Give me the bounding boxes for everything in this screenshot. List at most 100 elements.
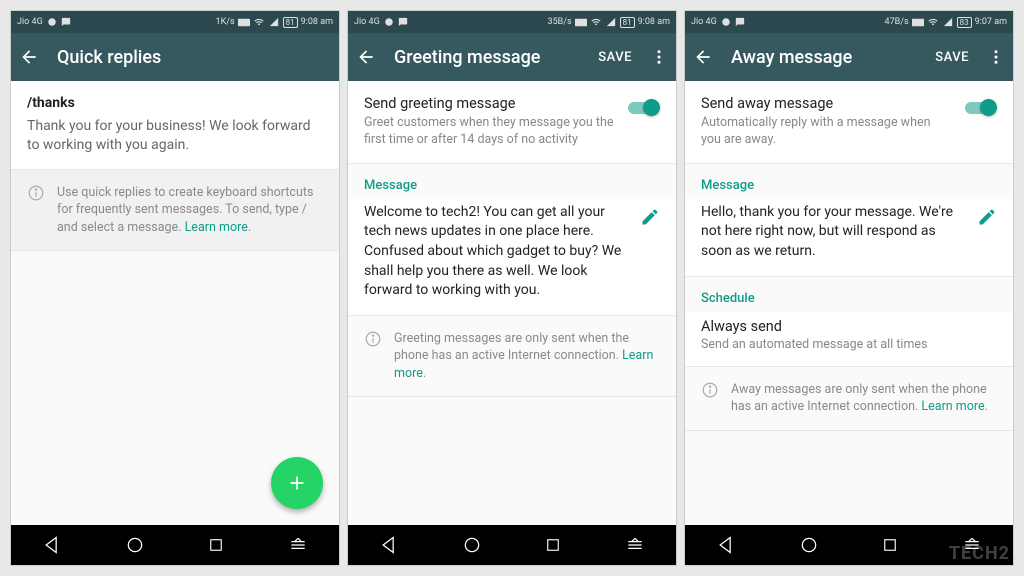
more-icon[interactable] xyxy=(987,48,1005,66)
send-away-toggle-row[interactable]: Send away message Automatically reply wi… xyxy=(685,81,1013,164)
volte-icon xyxy=(47,17,57,27)
nav-recent-icon[interactable] xyxy=(881,536,899,554)
quick-reply-item[interactable]: /thanks Thank you for your business! We … xyxy=(11,81,339,170)
nav-back-icon[interactable] xyxy=(716,535,736,555)
away-text: Hello, thank you for your message. We're… xyxy=(701,203,967,262)
signal-icon xyxy=(942,17,954,27)
greeting-message-row[interactable]: Welcome to tech2! You can get all your t… xyxy=(348,199,676,316)
battery-text: 83 xyxy=(957,17,972,28)
nav-recent-icon[interactable] xyxy=(544,536,562,554)
learn-more-link[interactable]: Learn more xyxy=(185,220,248,235)
info-icon xyxy=(364,330,382,348)
more-icon[interactable] xyxy=(650,48,668,66)
schedule-row[interactable]: Always send Send an automated message at… xyxy=(685,312,1013,367)
carrier-label: Jio 4G xyxy=(691,17,717,27)
nfc-icon xyxy=(912,18,924,27)
add-quick-reply-fab[interactable] xyxy=(271,457,323,509)
toggle-desc: Automatically reply with a message when … xyxy=(701,115,953,149)
nav-bar xyxy=(11,525,339,565)
page-title: Away message xyxy=(731,47,917,68)
nav-home-icon[interactable] xyxy=(462,535,482,555)
nav-recent-icon[interactable] xyxy=(207,536,225,554)
app-bar: Greeting message SAVE xyxy=(348,33,676,81)
learn-more-link[interactable]: Learn more xyxy=(921,399,984,414)
page-title: Greeting message xyxy=(394,47,580,68)
hint-row: Greeting messages are only sent when the… xyxy=(348,316,676,398)
nfc-icon xyxy=(238,18,250,27)
chat-bubble-icon xyxy=(398,17,408,27)
nav-menu-icon[interactable] xyxy=(288,535,308,555)
data-rate: 1K/s xyxy=(216,17,235,27)
nav-menu-icon[interactable] xyxy=(625,535,645,555)
save-button[interactable]: SAVE xyxy=(935,50,969,65)
nav-home-icon[interactable] xyxy=(799,535,819,555)
wifi-icon xyxy=(927,17,939,27)
app-bar: Quick replies xyxy=(11,33,339,81)
chat-bubble-icon xyxy=(735,17,745,27)
hint-text: Away messages are only sent when the pho… xyxy=(731,381,997,416)
volte-icon xyxy=(384,17,394,27)
nav-bar xyxy=(685,525,1013,565)
send-greeting-toggle-row[interactable]: Send greeting message Greet customers wh… xyxy=(348,81,676,164)
away-message-row[interactable]: Hello, thank you for your message. We're… xyxy=(685,199,1013,277)
nav-bar xyxy=(348,525,676,565)
nav-menu-icon[interactable] xyxy=(962,535,982,555)
content-area: /thanks Thank you for your business! We … xyxy=(11,81,339,525)
toggle-desc: Greet customers when they message you th… xyxy=(364,115,616,149)
nav-home-icon[interactable] xyxy=(125,535,145,555)
edit-icon[interactable] xyxy=(640,207,660,227)
greeting-text: Welcome to tech2! You can get all your t… xyxy=(364,203,630,301)
signal-icon xyxy=(605,17,617,27)
page-title: Quick replies xyxy=(57,47,331,68)
nav-back-icon[interactable] xyxy=(42,535,62,555)
app-bar: Away message SAVE xyxy=(685,33,1013,81)
message-section-label: Message xyxy=(685,164,1013,199)
schedule-desc: Send an automated message at all times xyxy=(701,337,997,352)
wifi-icon xyxy=(590,17,602,27)
back-icon[interactable] xyxy=(693,47,713,67)
wifi-icon xyxy=(253,17,265,27)
chat-bubble-icon xyxy=(61,17,71,27)
reply-body: Thank you for your business! We look for… xyxy=(27,117,323,155)
info-icon xyxy=(27,184,45,202)
edit-icon[interactable] xyxy=(977,207,997,227)
away-switch[interactable] xyxy=(963,99,997,117)
nav-back-icon[interactable] xyxy=(379,535,399,555)
data-rate: 47B/s xyxy=(885,17,909,27)
status-bar: Jio 4G 47B/s 83 9:07 am xyxy=(685,11,1013,33)
back-icon[interactable] xyxy=(19,47,39,67)
info-icon xyxy=(701,381,719,399)
schedule-title: Always send xyxy=(701,318,997,335)
content-area: Send away message Automatically reply wi… xyxy=(685,81,1013,525)
battery-text: 81 xyxy=(283,17,298,28)
hint-row: Use quick replies to create keyboard sho… xyxy=(11,170,339,252)
hint-text: Use quick replies to create keyboard sho… xyxy=(57,184,323,237)
screen-greeting-message: Jio 4G 35B/s 81 9:08 am Greeting message… xyxy=(347,10,677,566)
hint-row: Away messages are only sent when the pho… xyxy=(685,367,1013,431)
data-rate: 35B/s xyxy=(548,17,572,27)
shortcut-text: /thanks xyxy=(27,95,323,111)
carrier-label: Jio 4G xyxy=(17,17,43,27)
clock: 9:07 am xyxy=(975,17,1007,27)
nfc-icon xyxy=(575,18,587,27)
plus-icon xyxy=(286,472,308,494)
clock: 9:08 am xyxy=(638,17,670,27)
volte-icon xyxy=(721,17,731,27)
clock: 9:08 am xyxy=(301,17,333,27)
greeting-switch[interactable] xyxy=(626,99,660,117)
hint-text: Greeting messages are only sent when the… xyxy=(394,330,660,383)
carrier-label: Jio 4G xyxy=(354,17,380,27)
signal-icon xyxy=(268,17,280,27)
message-section-label: Message xyxy=(348,164,676,199)
schedule-section-label: Schedule xyxy=(685,277,1013,312)
battery-text: 81 xyxy=(620,17,635,28)
toggle-title: Send greeting message xyxy=(364,95,616,112)
content-area: Send greeting message Greet customers wh… xyxy=(348,81,676,525)
save-button[interactable]: SAVE xyxy=(598,50,632,65)
toggle-title: Send away message xyxy=(701,95,953,112)
screen-quick-replies: Jio 4G 1K/s 81 9:08 am Quick replies /th… xyxy=(10,10,340,566)
status-bar: Jio 4G 1K/s 81 9:08 am xyxy=(11,11,339,33)
status-bar: Jio 4G 35B/s 81 9:08 am xyxy=(348,11,676,33)
back-icon[interactable] xyxy=(356,47,376,67)
screen-away-message: Jio 4G 47B/s 83 9:07 am Away message SAV… xyxy=(684,10,1014,566)
